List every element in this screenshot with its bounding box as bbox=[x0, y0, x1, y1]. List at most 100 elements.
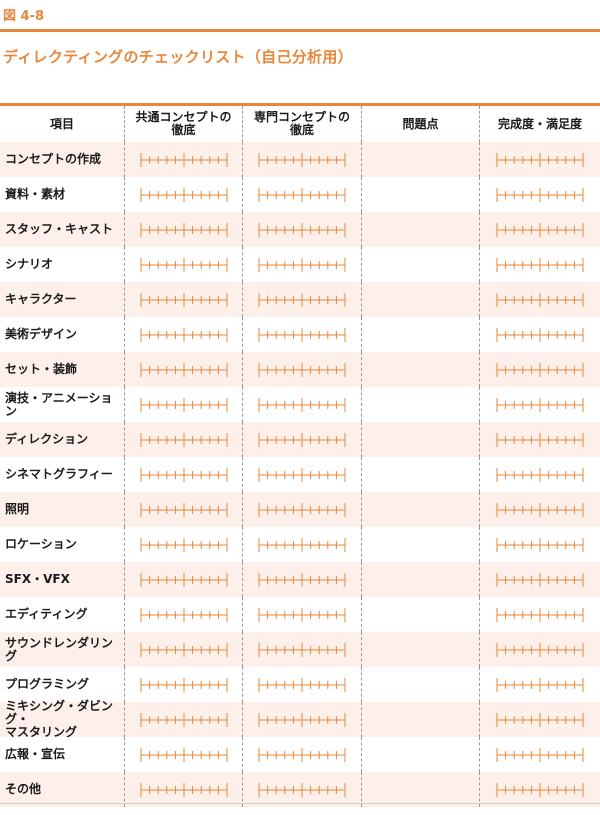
rating-scale[interactable] bbox=[140, 537, 228, 553]
table-row: プログラミング bbox=[0, 667, 600, 702]
issues-cell[interactable] bbox=[362, 317, 480, 352]
issues-cell[interactable] bbox=[362, 492, 480, 527]
rating-scale[interactable] bbox=[258, 747, 346, 763]
rating-scale[interactable] bbox=[258, 397, 346, 413]
rating-scale[interactable] bbox=[140, 187, 228, 203]
completion-cell bbox=[480, 737, 600, 772]
rating-scale[interactable] bbox=[140, 572, 228, 588]
table-body: コンセプトの作成 資料・素材 スタッフ・キャスト シナリオ キャラクター 美術デザイン セッ… bbox=[0, 142, 600, 807]
rating-scale[interactable] bbox=[258, 502, 346, 518]
table-row: サウンドレンダリング bbox=[0, 632, 600, 667]
rating-scale[interactable] bbox=[140, 467, 228, 483]
issues-cell[interactable] bbox=[362, 737, 480, 772]
row-label: コンセプトの作成 bbox=[0, 142, 125, 177]
table-row: その他 bbox=[0, 772, 600, 807]
rating-scale[interactable] bbox=[140, 677, 228, 693]
common-concept-cell bbox=[125, 667, 243, 702]
row-label: その他 bbox=[0, 772, 125, 807]
common-concept-cell bbox=[125, 247, 243, 282]
rating-scale[interactable] bbox=[140, 432, 228, 448]
completion-cell bbox=[480, 422, 600, 457]
rating-scale[interactable] bbox=[140, 642, 228, 658]
rating-scale[interactable] bbox=[496, 152, 584, 168]
rating-scale[interactable] bbox=[258, 257, 346, 273]
issues-cell[interactable] bbox=[362, 282, 480, 317]
rating-scale[interactable] bbox=[496, 712, 584, 728]
rating-scale[interactable] bbox=[496, 257, 584, 273]
table-header-row: 項目 共通コンセプトの 徹底 専門コンセプトの 徹底 問題点 完成度・満足度 bbox=[0, 106, 600, 142]
rating-scale[interactable] bbox=[140, 362, 228, 378]
table-row: キャラクター bbox=[0, 282, 600, 317]
special-concept-cell bbox=[243, 317, 362, 352]
rating-scale[interactable] bbox=[140, 397, 228, 413]
rating-scale[interactable] bbox=[496, 642, 584, 658]
table-row: 美術デザイン bbox=[0, 317, 600, 352]
rating-scale[interactable] bbox=[496, 362, 584, 378]
rating-scale[interactable] bbox=[258, 187, 346, 203]
rating-scale[interactable] bbox=[496, 607, 584, 623]
row-label: SFX・VFX bbox=[0, 562, 125, 597]
row-label: 資料・素材 bbox=[0, 177, 125, 212]
rating-scale[interactable] bbox=[496, 572, 584, 588]
rating-scale[interactable] bbox=[140, 712, 228, 728]
rating-scale[interactable] bbox=[258, 152, 346, 168]
common-concept-cell bbox=[125, 702, 243, 737]
rating-scale[interactable] bbox=[258, 782, 346, 798]
rating-scale[interactable] bbox=[496, 677, 584, 693]
rating-scale[interactable] bbox=[258, 362, 346, 378]
rating-scale[interactable] bbox=[496, 222, 584, 238]
rating-scale[interactable] bbox=[496, 432, 584, 448]
rating-scale[interactable] bbox=[496, 537, 584, 553]
rating-scale[interactable] bbox=[258, 327, 346, 343]
issues-cell[interactable] bbox=[362, 177, 480, 212]
rating-scale[interactable] bbox=[258, 432, 346, 448]
issues-cell[interactable] bbox=[362, 247, 480, 282]
issues-cell[interactable] bbox=[362, 562, 480, 597]
rating-scale[interactable] bbox=[496, 397, 584, 413]
rating-scale[interactable] bbox=[258, 292, 346, 308]
rating-scale[interactable] bbox=[258, 607, 346, 623]
completion-cell bbox=[480, 247, 600, 282]
rating-scale[interactable] bbox=[496, 747, 584, 763]
rating-scale[interactable] bbox=[258, 677, 346, 693]
issues-cell[interactable] bbox=[362, 142, 480, 177]
rating-scale[interactable] bbox=[496, 782, 584, 798]
rating-scale[interactable] bbox=[496, 502, 584, 518]
rating-scale[interactable] bbox=[496, 292, 584, 308]
issues-cell[interactable] bbox=[362, 457, 480, 492]
issues-cell[interactable] bbox=[362, 422, 480, 457]
rating-scale[interactable] bbox=[140, 607, 228, 623]
rating-scale[interactable] bbox=[140, 292, 228, 308]
issues-cell[interactable] bbox=[362, 632, 480, 667]
rating-scale[interactable] bbox=[140, 502, 228, 518]
rating-scale[interactable] bbox=[258, 222, 346, 238]
rating-scale[interactable] bbox=[258, 572, 346, 588]
rating-scale[interactable] bbox=[258, 537, 346, 553]
rating-scale[interactable] bbox=[140, 222, 228, 238]
checklist-table: 項目 共通コンセプトの 徹底 専門コンセプトの 徹底 問題点 完成度・満足度 コ… bbox=[0, 106, 600, 807]
rating-scale[interactable] bbox=[140, 782, 228, 798]
issues-cell[interactable] bbox=[362, 772, 480, 807]
rating-scale[interactable] bbox=[140, 257, 228, 273]
rating-scale[interactable] bbox=[496, 187, 584, 203]
issues-cell[interactable] bbox=[362, 597, 480, 632]
special-concept-cell bbox=[243, 772, 362, 807]
issues-cell[interactable] bbox=[362, 212, 480, 247]
issues-cell[interactable] bbox=[362, 702, 480, 737]
issues-cell[interactable] bbox=[362, 352, 480, 387]
rating-scale[interactable] bbox=[258, 642, 346, 658]
issues-cell[interactable] bbox=[362, 527, 480, 562]
rating-scale[interactable] bbox=[140, 152, 228, 168]
issues-cell[interactable] bbox=[362, 387, 480, 422]
row-label: 広報・宣伝 bbox=[0, 737, 125, 772]
header-special-concept: 専門コンセプトの 徹底 bbox=[243, 106, 362, 142]
rating-scale[interactable] bbox=[258, 712, 346, 728]
common-concept-cell bbox=[125, 562, 243, 597]
rating-scale[interactable] bbox=[258, 467, 346, 483]
rating-scale[interactable] bbox=[496, 467, 584, 483]
rating-scale[interactable] bbox=[140, 747, 228, 763]
row-label: キャラクター bbox=[0, 282, 125, 317]
rating-scale[interactable] bbox=[496, 327, 584, 343]
rating-scale[interactable] bbox=[140, 327, 228, 343]
issues-cell[interactable] bbox=[362, 667, 480, 702]
